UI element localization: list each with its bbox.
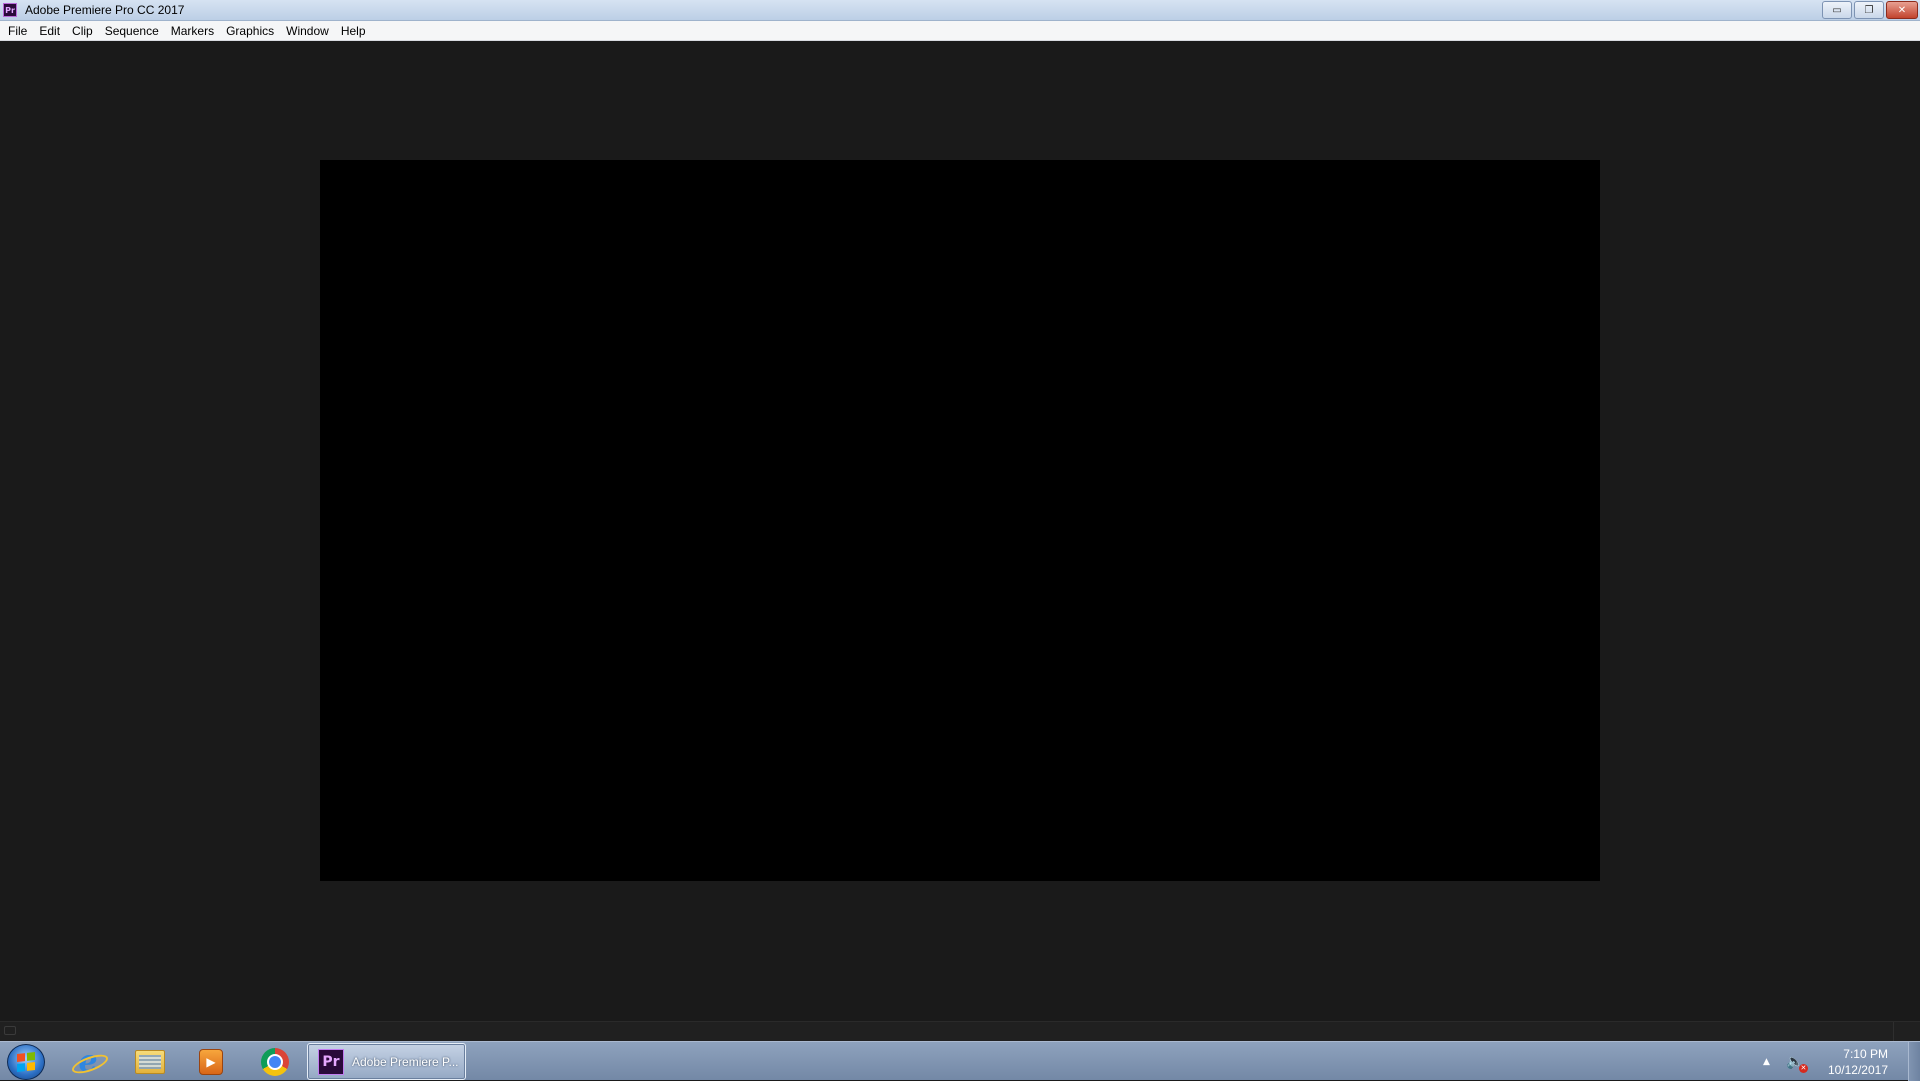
restore-button[interactable]: ❐ [1854,1,1884,19]
clock-time: 7:10 PM [1843,1046,1888,1061]
windows-logo-icon [17,1052,35,1072]
menu-graphics[interactable]: Graphics [220,21,280,41]
menu-edit[interactable]: Edit [33,21,66,41]
workspace [0,42,1920,1021]
window-title: Adobe Premiere Pro CC 2017 [25,3,185,17]
clock-date: 10/12/2017 [1827,1062,1888,1077]
show-hidden-icons-icon[interactable]: ▲ [1763,1057,1770,1067]
program-monitor-frame[interactable] [320,160,1600,881]
taskbar-item-premiere[interactable]: Pr Adobe Premiere P... [307,1043,466,1080]
clock[interactable]: 7:10 PM 10/12/2017 [1828,1046,1888,1078]
title-bar[interactable]: Pr Adobe Premiere Pro CC 2017 ▭ ❐ ✕ [0,0,1920,21]
system-tray: ▲ 🔈 ✕ 7:10 PM 10/12/2017 [1763,1042,1920,1081]
taskbar-pin-media-player[interactable]: ▶ [185,1045,237,1079]
close-button[interactable]: ✕ [1886,1,1918,19]
menu-window[interactable]: Window [280,21,335,41]
taskbar-pin-chrome[interactable] [249,1045,301,1079]
menu-markers[interactable]: Markers [165,21,220,41]
menu-clip[interactable]: Clip [66,21,99,41]
windows-explorer-icon [135,1050,165,1074]
status-strip [0,1021,1920,1042]
volume-muted-icon[interactable]: 🔈 ✕ [1786,1054,1808,1073]
menu-sequence[interactable]: Sequence [99,21,165,41]
taskbar-pin-explorer[interactable] [124,1045,176,1079]
window-controls: ▭ ❐ ✕ [1822,1,1918,19]
taskbar-item-label: Adobe Premiere P... [352,1054,459,1069]
panel-grip-icon[interactable] [4,1026,16,1035]
taskbar: e ▶ Pr Adobe Premiere P... ▲ 🔈 ✕ 7:10 PM… [0,1041,1920,1081]
menu-help[interactable]: Help [335,21,372,41]
status-divider [1893,1022,1894,1042]
mute-badge-icon: ✕ [1798,1063,1808,1073]
taskbar-pin-ie[interactable]: e [62,1045,114,1079]
chrome-icon [261,1048,289,1076]
premiere-icon: Pr [318,1048,344,1075]
media-player-icon: ▶ [199,1049,223,1075]
minimize-button[interactable]: ▭ [1822,1,1852,19]
start-button[interactable] [7,1044,45,1080]
menu-bar: File Edit Clip Sequence Markers Graphics… [0,21,1920,41]
internet-explorer-icon: e [74,1047,102,1077]
menu-file[interactable]: File [2,21,33,41]
premiere-app-icon[interactable]: Pr [3,3,17,17]
show-desktop-button[interactable] [1908,1042,1920,1081]
